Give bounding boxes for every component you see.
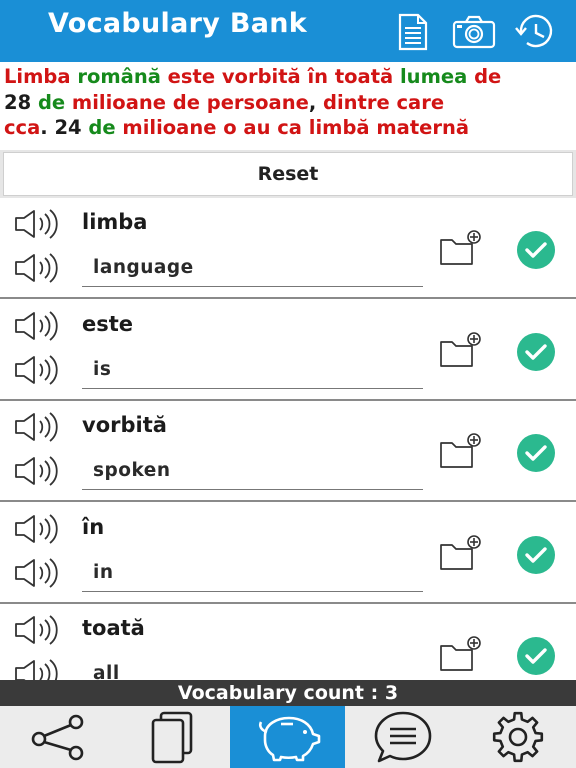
reset-bar: Reset [0, 150, 576, 198]
sentence-word[interactable]: milioane [122, 116, 223, 139]
sentence-word[interactable]: dintre [323, 91, 396, 114]
tab-vocabulary-bank[interactable] [230, 706, 345, 768]
translation-field[interactable]: in [82, 555, 423, 592]
vocab-row: este is [0, 299, 576, 401]
check-icon[interactable] [515, 229, 557, 271]
page-title: Vocabulary Bank [48, 8, 308, 39]
sentence-word[interactable]: milioane [72, 91, 173, 114]
sentence-word[interactable]: ca [277, 116, 309, 139]
sentence-word[interactable]: persoane [207, 91, 309, 114]
tab-share[interactable] [0, 706, 115, 768]
sentence-word[interactable]: 28 [4, 91, 38, 114]
add-to-folder-icon[interactable] [438, 330, 486, 370]
piggy-bank-icon [258, 716, 320, 762]
sentence-word[interactable]: Limba [4, 65, 77, 88]
speaker-icon[interactable] [14, 310, 60, 342]
tab-settings[interactable] [460, 706, 575, 768]
vocab-row: vorbită spoken [0, 401, 576, 502]
camera-icon[interactable] [452, 12, 496, 52]
sentence-text: Limba română este vorbită în toată lumea… [0, 62, 576, 152]
share-icon [31, 714, 83, 761]
tab-chat[interactable] [345, 706, 460, 768]
speaker-icon[interactable] [14, 658, 60, 680]
vocab-word: este [82, 311, 134, 336]
sentence-word[interactable]: toată [335, 65, 400, 88]
vocabulary-list: limba language este is vorbită spoken în in toat… [0, 198, 576, 680]
speaker-icon[interactable] [14, 614, 60, 646]
sentence-word[interactable]: cca [4, 116, 40, 139]
check-icon[interactable] [515, 331, 557, 373]
translation-field[interactable]: language [82, 250, 423, 287]
check-icon[interactable] [515, 534, 557, 576]
sentence-word[interactable]: de [88, 116, 122, 139]
sentence-word[interactable]: de [173, 91, 207, 114]
add-to-folder-icon[interactable] [438, 533, 486, 573]
speaker-icon[interactable] [14, 557, 60, 589]
vocabulary-count: Vocabulary count : 3 [0, 680, 576, 706]
vocab-word: limba [82, 210, 148, 234]
sentence-word[interactable]: . 24 [40, 116, 88, 139]
add-to-folder-icon[interactable] [438, 431, 486, 471]
vocab-word: în [82, 514, 105, 539]
sentence-word[interactable]: în [307, 65, 334, 88]
tab-cards[interactable] [115, 706, 230, 768]
history-icon[interactable] [512, 12, 558, 52]
vocab-word: toată [82, 616, 145, 640]
translation-field[interactable]: spoken [82, 453, 423, 490]
vocab-row: în in [0, 502, 576, 604]
vocab-row: limba language [0, 198, 576, 299]
sentence-word[interactable]: maternă [376, 116, 469, 139]
chat-icon [374, 711, 431, 763]
translation-field[interactable]: is [82, 352, 423, 389]
sentence-word[interactable]: română [77, 65, 167, 88]
speaker-icon[interactable] [14, 513, 60, 545]
settings-icon [492, 711, 543, 763]
sentence-word[interactable]: lumea [400, 65, 474, 88]
sentence-word[interactable]: de [38, 91, 72, 114]
sentence-word[interactable]: care [397, 91, 445, 114]
app-header: Vocabulary Bank [0, 0, 576, 62]
bottom-tab-bar [0, 706, 576, 768]
speaker-icon[interactable] [14, 455, 60, 487]
sentence-word[interactable]: , [309, 91, 323, 114]
vocab-word: vorbită [82, 413, 167, 437]
add-to-folder-icon[interactable] [438, 634, 486, 674]
sentence-word[interactable]: este [168, 65, 222, 88]
vocab-row: toată all [0, 604, 576, 680]
reset-button[interactable]: Reset [3, 152, 573, 196]
speaker-icon[interactable] [14, 354, 60, 386]
add-to-folder-icon[interactable] [438, 228, 486, 268]
sentence-word[interactable]: limbă [309, 116, 377, 139]
sentence-word[interactable]: au [243, 116, 277, 139]
sentence-word[interactable]: de [474, 65, 501, 88]
check-icon[interactable] [515, 432, 557, 474]
speaker-icon[interactable] [14, 208, 60, 240]
document-icon[interactable] [392, 12, 432, 52]
check-icon[interactable] [515, 635, 557, 677]
speaker-icon[interactable] [14, 411, 60, 443]
translation-field[interactable]: all [82, 656, 423, 680]
cards-icon [151, 711, 192, 764]
sentence-word[interactable]: o [223, 116, 243, 139]
speaker-icon[interactable] [14, 252, 60, 284]
sentence-word[interactable]: vorbită [222, 65, 308, 88]
